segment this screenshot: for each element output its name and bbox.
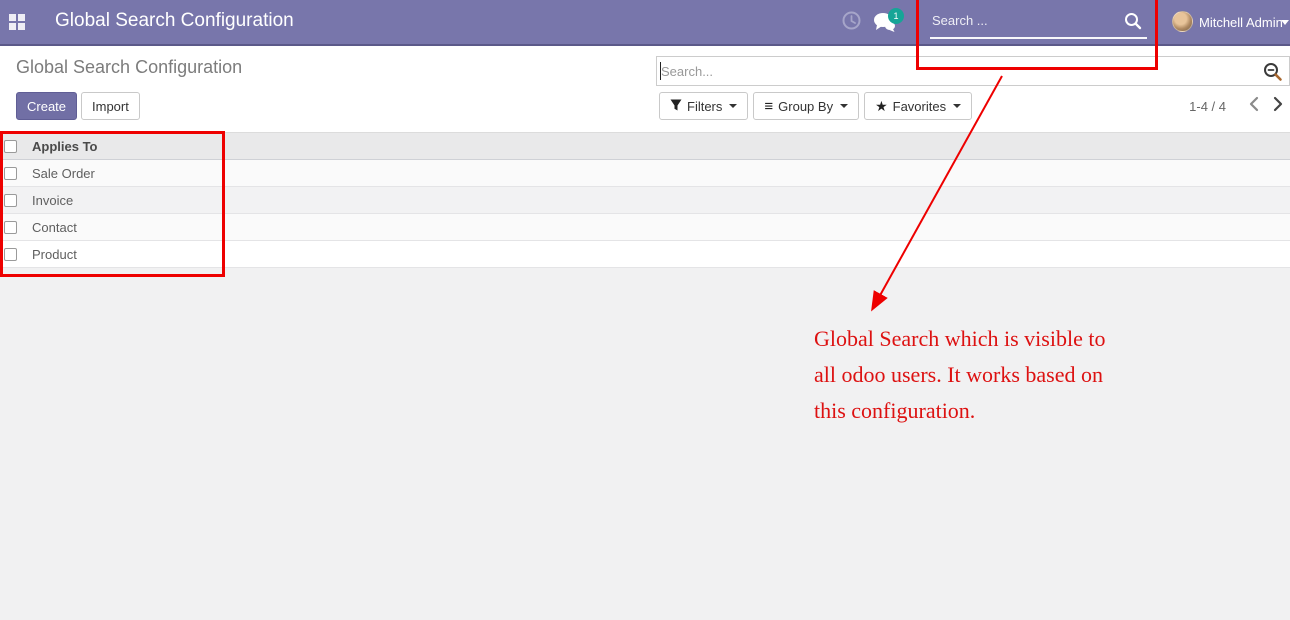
app-title: Global Search Configuration xyxy=(55,10,294,32)
table-row-sale-order[interactable]: Sale Order xyxy=(0,160,1290,187)
list-search-input[interactable] xyxy=(657,57,1289,85)
row-label: Contact xyxy=(32,220,77,235)
hamburger-icon: ≡ xyxy=(764,99,773,114)
group-by-button[interactable]: ≡ Group By xyxy=(753,92,859,120)
table-row-contact[interactable]: Contact xyxy=(0,214,1290,241)
annotation-note-line: all odoo users. It works based on xyxy=(814,357,1105,393)
star-icon: ★ xyxy=(875,99,888,113)
activity-clock-icon[interactable] xyxy=(842,11,861,35)
chevron-down-icon xyxy=(953,104,961,108)
apps-grid-square xyxy=(18,14,25,21)
table-row-product[interactable]: Product xyxy=(0,241,1290,268)
row-checkbox[interactable] xyxy=(4,221,17,234)
filters-button[interactable]: Filters xyxy=(659,92,748,120)
global-search-underline xyxy=(930,37,1147,39)
messages-count-badge[interactable]: 1 xyxy=(888,8,904,24)
chevron-down-icon xyxy=(729,104,737,108)
text-cursor xyxy=(660,62,661,80)
column-header-applies-to: Applies To xyxy=(32,139,97,154)
table-header-row[interactable]: Applies To xyxy=(0,132,1290,160)
row-checkbox[interactable] xyxy=(4,194,17,207)
select-all-checkbox[interactable] xyxy=(4,140,17,153)
group-by-label: Group By xyxy=(778,99,833,114)
user-avatar xyxy=(1172,11,1193,32)
pager-range: 1-4 / 4 xyxy=(1189,99,1226,114)
pager-previous-icon[interactable] xyxy=(1248,96,1259,117)
row-checkbox[interactable] xyxy=(4,167,17,180)
table-row-invoice[interactable]: Invoice xyxy=(0,187,1290,214)
annotation-note-line: this configuration. xyxy=(814,393,1105,429)
create-button[interactable]: Create xyxy=(16,92,77,120)
annotation-note-line: Global Search which is visible to xyxy=(814,321,1105,357)
breadcrumb-page-title: Global Search Configuration xyxy=(16,57,242,78)
search-options-group: Filters ≡ Group By ★ Favorites xyxy=(659,92,972,120)
filters-label: Filters xyxy=(687,99,722,114)
chevron-down-icon xyxy=(1281,20,1289,25)
pager: 1-4 / 4 xyxy=(1189,92,1284,120)
favorites-button[interactable]: ★ Favorites xyxy=(864,92,972,120)
apps-grid-square xyxy=(9,14,16,21)
apps-grid-square xyxy=(9,23,16,30)
annotation-note: Global Search which is visible to all od… xyxy=(814,321,1105,429)
row-label: Invoice xyxy=(32,193,73,208)
user-name: Mitchell Admin xyxy=(1199,15,1283,30)
search-minus-icon[interactable] xyxy=(1263,62,1283,87)
row-label: Sale Order xyxy=(32,166,95,181)
row-label: Product xyxy=(32,247,77,262)
control-panel: Global Search Configuration Create Impor… xyxy=(0,46,1290,132)
top-navbar: Global Search Configuration 1 Search ... xyxy=(0,0,1290,46)
funnel-icon xyxy=(670,99,682,114)
favorites-label: Favorites xyxy=(893,99,946,114)
pager-next-icon[interactable] xyxy=(1273,96,1284,117)
global-search-placeholder: Search ... xyxy=(932,13,988,28)
chevron-down-icon xyxy=(840,104,848,108)
apps-menu-icon[interactable] xyxy=(9,14,27,32)
apps-grid-square xyxy=(18,23,25,30)
odoo-global-search-config-page: Global Search Configuration 1 Search ... xyxy=(0,0,1290,620)
list-search-bar[interactable] xyxy=(656,56,1290,86)
global-search-icon[interactable] xyxy=(1124,12,1142,35)
import-button[interactable]: Import xyxy=(81,92,140,120)
list-view: Applies To Sale Order Invoice Contact Pr… xyxy=(0,132,1290,268)
row-checkbox[interactable] xyxy=(4,248,17,261)
